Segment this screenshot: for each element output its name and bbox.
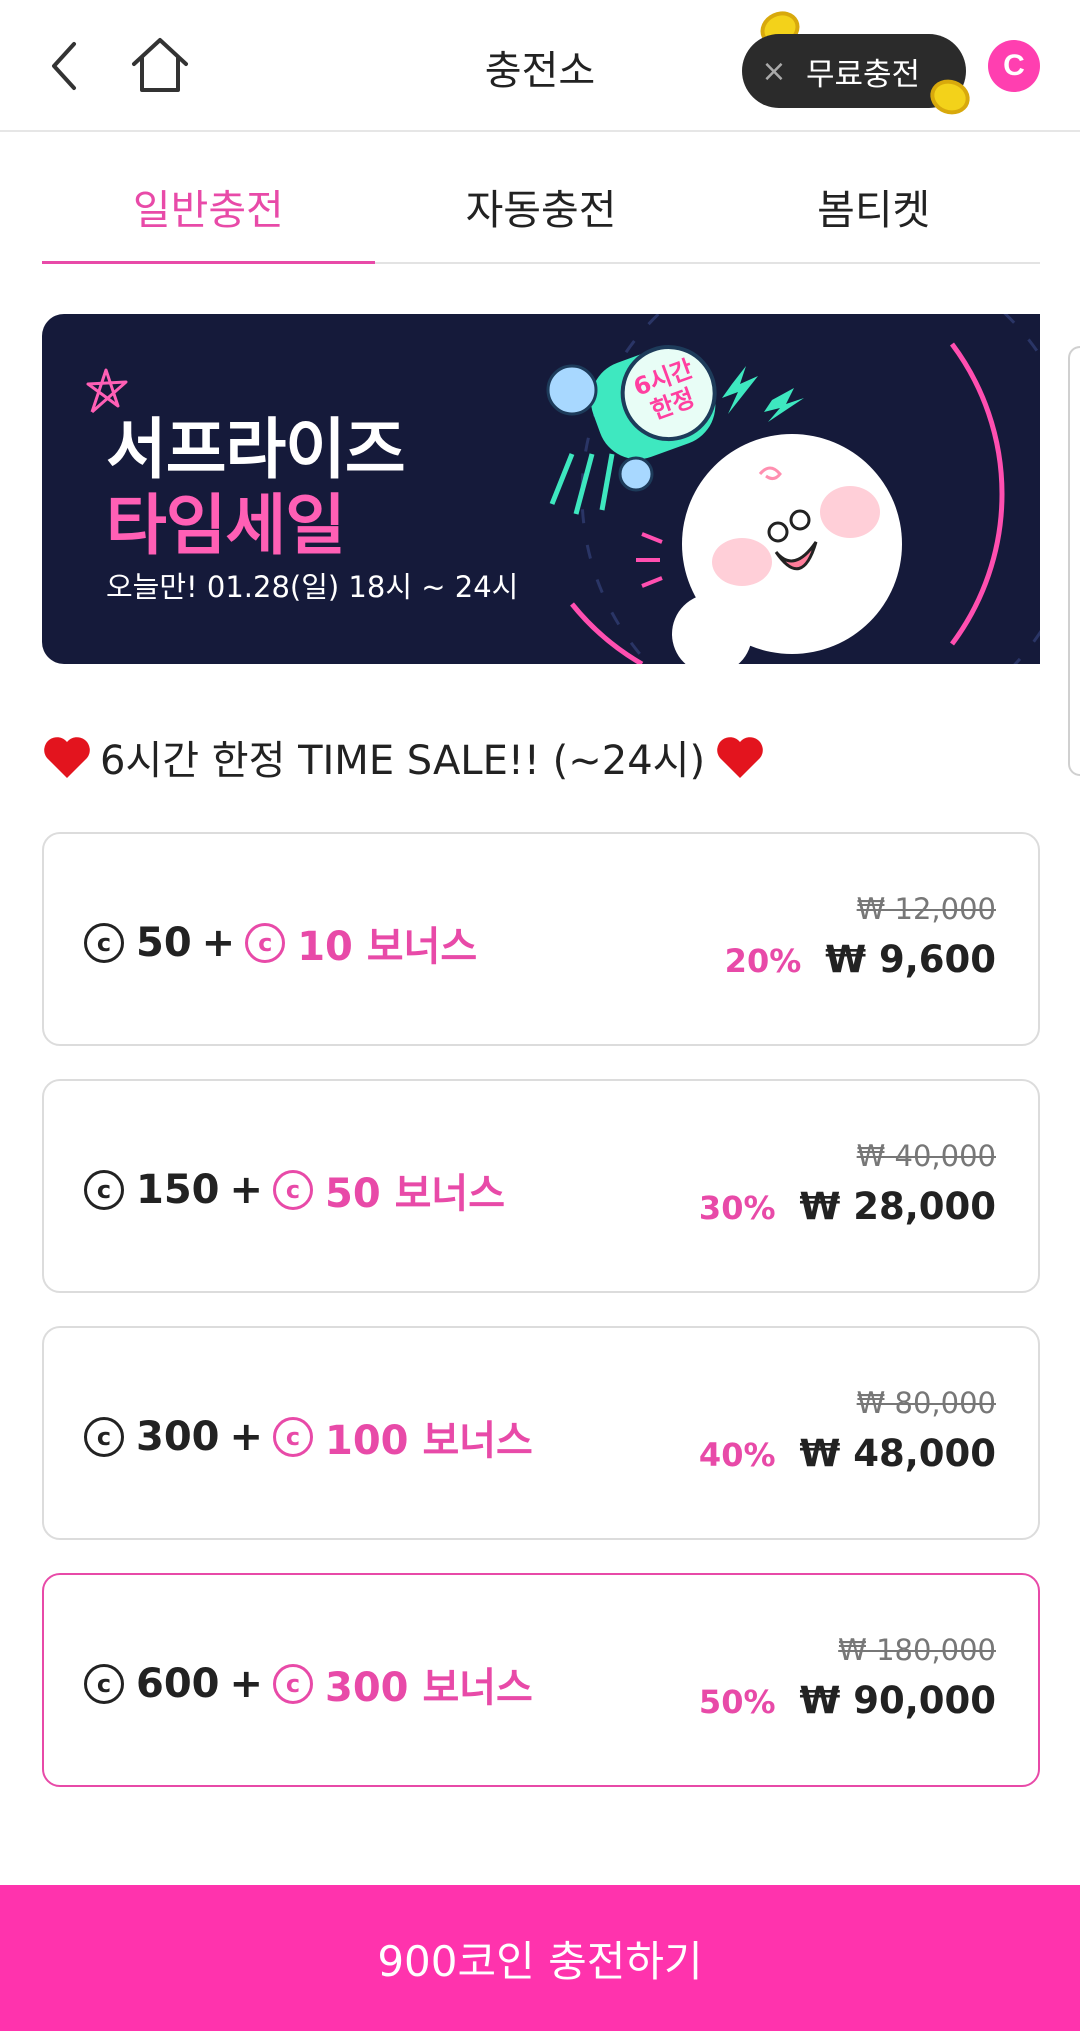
original-price: ₩ 40,000: [856, 1139, 996, 1173]
coin-package-card[interactable]: c 300 + c 100 보너스 ₩ 80,000 40% ₩ 48,000: [42, 1326, 1040, 1540]
coin-package-card[interactable]: c 150 + c 50 보너스 ₩ 40,000 30% ₩ 28,000: [42, 1079, 1040, 1293]
original-price: ₩ 12,000: [856, 892, 996, 926]
price-row: 50% ₩ 90,000: [699, 1679, 996, 1722]
bonus-coin-icon: c: [245, 923, 286, 963]
sale-price: ₩ 9,600: [825, 938, 996, 981]
bonus-coin-icon: c: [273, 1664, 314, 1704]
charge-tabs: 일반충전 자동충전 봄티켓: [42, 168, 1040, 264]
price-row: 20% ₩ 9,600: [725, 938, 996, 981]
price-row: 40% ₩ 48,000: [699, 1432, 996, 1475]
original-price: ₩ 180,000: [838, 1633, 996, 1667]
plus-sign: +: [229, 1167, 264, 1213]
promo-banner[interactable]: 서프라이즈 타임세일 오늘만! 01.28(일) 18시 ~ 24시 6시간 한…: [42, 314, 1040, 664]
package-coin-amount: 600: [136, 1661, 220, 1707]
tab-general-charge[interactable]: 일반충전: [42, 168, 375, 264]
package-coin-amount: 50: [136, 920, 192, 966]
package-coins: c 150 + c 50 보너스: [84, 1161, 505, 1219]
original-price: ₩ 80,000: [856, 1386, 996, 1420]
banner-title-line2: 타임세일: [106, 487, 346, 564]
package-coin-amount: 150: [136, 1167, 220, 1213]
time-sale-heading: 6시간 한정 TIME SALE!! (~24시): [42, 728, 765, 786]
plus-sign: +: [201, 920, 236, 966]
top-app-bar: 충전소 × 무료충전 C: [0, 0, 1080, 132]
package-bonus: c 100 보너스: [273, 1408, 533, 1466]
plus-sign: +: [229, 1661, 264, 1707]
discount-percent: 20%: [724, 942, 802, 980]
coin-icon: c: [84, 1664, 124, 1704]
bonus-coin-icon: c: [273, 1170, 314, 1210]
sale-price: ₩ 48,000: [799, 1432, 996, 1475]
back-icon[interactable]: [42, 36, 92, 96]
heart-icon: [717, 737, 763, 778]
package-bonus: c 10 보너스: [245, 914, 477, 972]
sale-price: ₩ 28,000: [799, 1185, 996, 1228]
free-charge-label: 무료충전: [806, 56, 921, 93]
package-bonus-text: 50 보너스: [325, 1171, 506, 1217]
time-sale-heading-text: 6시간 한정 TIME SALE!! (~24시): [100, 738, 706, 784]
discount-percent: 50%: [698, 1683, 776, 1721]
home-icon[interactable]: [128, 32, 192, 96]
close-icon[interactable]: ×: [742, 54, 806, 89]
package-bonus-text: 300 보너스: [325, 1665, 533, 1711]
charge-coins-button[interactable]: 900코인 충전하기: [0, 1885, 1080, 2031]
package-coins: c 300 + c 100 보너스: [84, 1408, 533, 1466]
banner-subtitle: 오늘만! 01.28(일) 18시 ~ 24시: [106, 570, 519, 604]
heart-icon: [44, 737, 90, 778]
banner-character-illustration: 6시간 한정: [546, 314, 1040, 664]
tab-auto-charge[interactable]: 자동충전: [375, 168, 708, 262]
coin-package-card[interactable]: c 50 + c 10 보너스 ₩ 12,000 20% ₩ 9,600: [42, 832, 1040, 1046]
package-coin-amount: 300: [136, 1414, 220, 1460]
price-row: 30% ₩ 28,000: [699, 1185, 996, 1228]
discount-percent: 30%: [698, 1189, 776, 1227]
package-coins: c 600 + c 300 보너스: [84, 1655, 533, 1713]
coin-icon: c: [84, 1170, 124, 1210]
coin-icon: c: [84, 923, 124, 963]
coin-profile-icon[interactable]: C: [988, 40, 1040, 92]
sale-price: ₩ 90,000: [799, 1679, 996, 1722]
side-scroll-indicator: [1068, 346, 1080, 776]
bonus-coin-icon: c: [273, 1417, 314, 1457]
coin-icon: c: [84, 1417, 124, 1457]
coin-package-card-selected[interactable]: c 600 + c 300 보너스 ₩ 180,000 50% ₩ 90,000: [42, 1573, 1040, 1787]
package-bonus-text: 100 보너스: [325, 1418, 533, 1464]
plus-sign: +: [229, 1414, 264, 1460]
discount-percent: 40%: [698, 1436, 776, 1474]
package-coins: c 50 + c 10 보너스: [84, 914, 477, 972]
package-bonus-text: 10 보너스: [297, 924, 478, 970]
tab-spring-ticket[interactable]: 봄티켓: [707, 168, 1040, 262]
package-bonus: c 50 보너스: [273, 1161, 505, 1219]
package-bonus: c 300 보너스: [273, 1655, 533, 1713]
